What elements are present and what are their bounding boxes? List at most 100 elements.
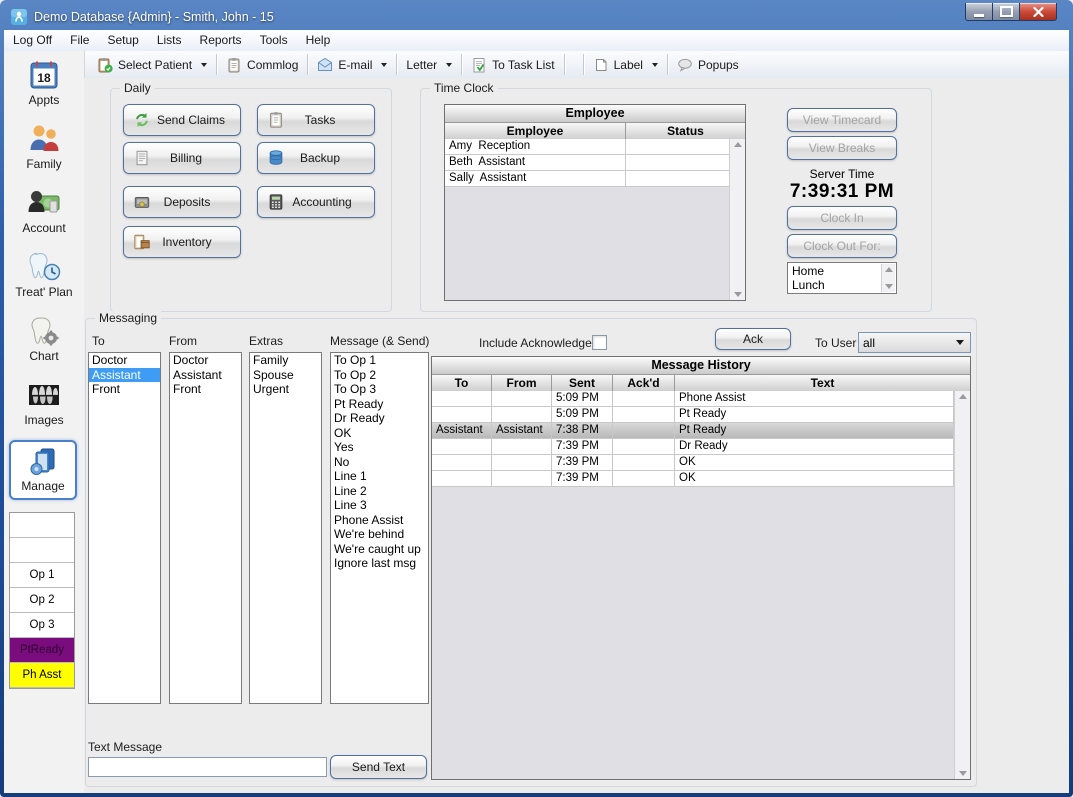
view-breaks-button[interactable]: View Breaks xyxy=(787,136,897,160)
list-item[interactable]: Spouse xyxy=(250,368,321,383)
label-button[interactable]: Label xyxy=(586,53,665,76)
column-header-status[interactable]: Status xyxy=(626,123,745,139)
menu-item-help[interactable]: Help xyxy=(297,30,340,51)
menu-item-setup[interactable]: Setup xyxy=(98,30,147,51)
list-item[interactable]: Doctor xyxy=(89,353,160,368)
list-item[interactable]: Line 2 xyxy=(331,484,428,499)
chevron-down-icon[interactable] xyxy=(201,63,207,67)
to-user-select[interactable]: all xyxy=(858,332,971,353)
deposits-button[interactable]: Deposits xyxy=(123,186,241,218)
scroll-down-icon[interactable] xyxy=(885,284,893,289)
op-item-ptready[interactable]: PtReady xyxy=(10,638,74,663)
op-item-op-1[interactable]: Op 1 xyxy=(10,563,74,588)
list-item[interactable]: We're caught up xyxy=(331,542,428,557)
op-item-ph-asst[interactable]: Ph Asst xyxy=(10,663,74,688)
scroll-up-icon[interactable] xyxy=(959,394,967,399)
history-row[interactable]: 5:09 PMPhone Assist xyxy=(432,391,954,407)
scroll-up-icon[interactable] xyxy=(885,267,893,272)
inventory-button[interactable]: Inventory xyxy=(123,226,241,258)
sidebar-item-account[interactable]: Account xyxy=(4,184,84,244)
op-item-op-2[interactable]: Op 2 xyxy=(10,588,74,613)
commlog-button[interactable]: Commlog xyxy=(219,53,305,76)
title-bar[interactable]: Demo Database {Admin} - Smith, John - 15 xyxy=(3,3,1070,30)
list-item[interactable]: Pt Ready xyxy=(331,397,428,412)
chevron-down-icon[interactable] xyxy=(652,63,658,67)
clock-out-for-button[interactable]: Clock Out For: xyxy=(787,234,897,258)
sidebar-item-images[interactable]: Images xyxy=(4,376,84,436)
scroll-down-icon[interactable] xyxy=(734,292,742,297)
menu-item-reports[interactable]: Reports xyxy=(191,30,251,51)
op-item-op-3[interactable]: Op 3 xyxy=(10,613,74,638)
view-timecard-button[interactable]: View Timecard xyxy=(787,108,897,132)
employee-row[interactable]: Amy Reception xyxy=(445,139,729,155)
sidebar-item-chart[interactable]: Chart xyxy=(4,312,84,372)
backup-button[interactable]: Backup xyxy=(257,142,375,174)
list-item[interactable]: To Op 1 xyxy=(331,353,428,368)
employee-row[interactable]: Sally Assistant xyxy=(445,171,729,187)
sidebar-item-manage[interactable]: Manage xyxy=(9,440,77,500)
list-item[interactable]: No xyxy=(331,455,428,470)
list-item[interactable]: We're behind xyxy=(331,527,428,542)
list-item[interactable]: Yes xyxy=(331,440,428,455)
column-header-employee[interactable]: Employee xyxy=(445,123,626,139)
email-button[interactable]: E-mail xyxy=(310,53,394,76)
list-item[interactable]: Line 1 xyxy=(331,469,428,484)
sidebar-item-appts[interactable]: 18 Appts xyxy=(4,56,84,116)
scroll-up-icon[interactable] xyxy=(734,142,742,147)
list-item[interactable]: Dr Ready xyxy=(331,411,428,426)
letter-button[interactable]: Letter xyxy=(399,53,459,76)
list-item[interactable]: Line 3 xyxy=(331,498,428,513)
history-row[interactable]: 7:39 PMOK xyxy=(432,455,954,471)
close-button[interactable] xyxy=(1020,3,1057,21)
list-item[interactable]: Doctor xyxy=(170,353,241,368)
minimize-button[interactable] xyxy=(965,3,993,21)
column-header-sent[interactable]: Sent xyxy=(552,375,613,391)
select-patient-button[interactable]: Select Patient xyxy=(90,53,214,76)
clock-out-option[interactable]: Home xyxy=(788,264,880,278)
history-row[interactable]: 7:39 PMDr Ready xyxy=(432,439,954,455)
list-item[interactable]: Phone Assist xyxy=(331,513,428,528)
from-listbox[interactable]: DoctorAssistantFront xyxy=(169,352,242,704)
extras-listbox[interactable]: FamilySpouseUrgent xyxy=(249,352,322,704)
scroll-down-icon[interactable] xyxy=(959,771,967,776)
to-listbox[interactable]: DoctorAssistantFront xyxy=(88,352,161,704)
clock-in-button[interactable]: Clock In xyxy=(787,206,897,230)
send-text-button[interactable]: Send Text xyxy=(330,755,427,779)
accounting-button[interactable]: Accounting xyxy=(257,186,375,218)
list-item[interactable]: Front xyxy=(89,382,160,397)
to-task-list-button[interactable]: To Task List xyxy=(464,53,561,76)
chevron-down-icon[interactable] xyxy=(381,63,387,67)
menu-item-lists[interactable]: Lists xyxy=(148,30,191,51)
list-item[interactable]: To Op 3 xyxy=(331,382,428,397)
employee-scrollbar[interactable] xyxy=(729,139,745,300)
op-item-empty[interactable] xyxy=(10,538,74,563)
send-claims-button[interactable]: Send Claims xyxy=(123,104,241,136)
sidebar-item-family[interactable]: Family xyxy=(4,120,84,180)
menu-item-log-off[interactable]: Log Off xyxy=(4,30,61,51)
list-item[interactable]: Assistant xyxy=(89,368,160,383)
menu-item-tools[interactable]: Tools xyxy=(251,30,297,51)
maximize-button[interactable] xyxy=(993,3,1020,21)
list-item[interactable]: OK xyxy=(331,426,428,441)
tasks-button[interactable]: Tasks xyxy=(257,104,375,136)
employee-row[interactable]: Beth Assistant xyxy=(445,155,729,171)
ack-button[interactable]: Ack xyxy=(715,328,791,350)
list-item[interactable]: Front xyxy=(170,382,241,397)
clock-out-option[interactable]: Lunch xyxy=(788,278,880,292)
history-row[interactable]: 7:39 PMOK xyxy=(432,471,954,487)
column-header-from[interactable]: From xyxy=(492,375,552,391)
list-item[interactable]: Family xyxy=(250,353,321,368)
clock-out-spinner[interactable] xyxy=(881,264,895,292)
sidebar-item-treat-plan[interactable]: Treat' Plan xyxy=(4,248,84,308)
history-row[interactable]: 5:09 PMPt Ready xyxy=(432,407,954,423)
chevron-down-icon[interactable] xyxy=(446,63,452,67)
include-acknowledged-checkbox[interactable] xyxy=(592,335,607,350)
history-scrollbar[interactable] xyxy=(954,391,970,779)
column-header-text[interactable]: Text xyxy=(675,375,970,391)
column-header-to[interactable]: To xyxy=(432,375,492,391)
history-row[interactable]: AssistantAssistant7:38 PMPt Ready xyxy=(432,423,954,439)
list-item[interactable]: Urgent xyxy=(250,382,321,397)
menu-item-file[interactable]: File xyxy=(61,30,98,51)
column-header-ackd[interactable]: Ack'd xyxy=(613,375,675,391)
op-item-empty[interactable] xyxy=(10,513,74,538)
